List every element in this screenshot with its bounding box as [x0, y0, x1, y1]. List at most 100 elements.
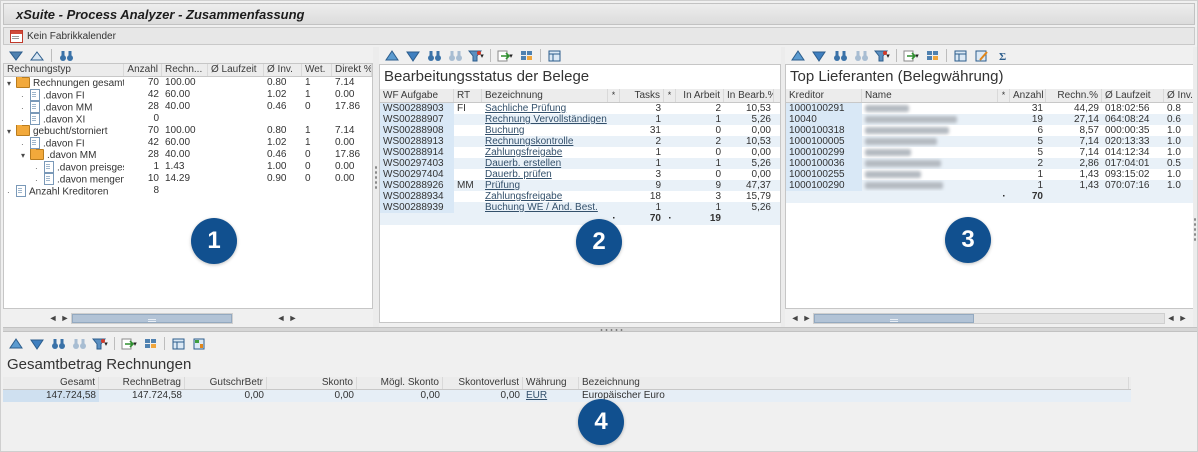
col-bezeichnung[interactable]: Bezeichnung [482, 89, 608, 102]
splitter-vertical-right[interactable] [1193, 47, 1197, 327]
table-row[interactable]: WS00288939 Buchung WE / Änd. Best. 1 1 5,26 [380, 202, 780, 213]
col-kreditor[interactable]: Kreditor [786, 89, 862, 102]
tree-row[interactable]: · Anzahl Kreditoren 8 [4, 185, 372, 197]
table-row[interactable]: 1000100318 6 8,57 000:00:35 1.0 [786, 125, 1196, 136]
col-inv[interactable]: Ø Inv. [264, 64, 302, 76]
find-icon[interactable] [831, 48, 849, 63]
scroll-left-icon[interactable]: ◄ [1165, 313, 1177, 324]
export-icon[interactable]: ▾ [902, 48, 920, 63]
col-gesamt[interactable]: Gesamt [3, 377, 99, 389]
tree-expander-icon[interactable]: ▾ [7, 78, 16, 89]
task-description-link[interactable]: Dauerb. prüfen [485, 169, 552, 180]
find-next-icon[interactable] [70, 336, 88, 351]
col-in-arbeit[interactable]: In Arbeit [676, 89, 724, 102]
col-moegl-skonto[interactable]: Mögl. Skonto [357, 377, 443, 389]
tree-row[interactable]: ▾ .davon MM 28 40.00 0.46 0 17.86 [4, 149, 372, 161]
export-icon[interactable]: ▾ [120, 336, 138, 351]
tree-node[interactable]: · Anzahl Kreditoren [4, 185, 124, 197]
scroll-right-icon[interactable]: ► [287, 313, 299, 324]
tree-expander-icon[interactable]: · [7, 187, 16, 197]
sort-ascending-icon[interactable] [7, 336, 25, 351]
dropdown-caret-icon[interactable]: ▾ [133, 340, 137, 348]
scrollbar-track[interactable] [813, 313, 1165, 324]
col-rechn-pct[interactable]: Rechn.% [1046, 89, 1102, 102]
table-row[interactable]: WS00288934 Zahlungsfreigabe 18 3 15,79 [380, 191, 780, 202]
task-description-link[interactable]: Dauerb. erstellen [485, 158, 561, 169]
col-tasks[interactable]: Tasks [620, 89, 664, 102]
amounts-row[interactable]: 147.724,58 147.724,58 0,00 0,00 0,00 0,00 EUR E… [3, 390, 1131, 402]
col-star[interactable]: * [998, 89, 1010, 102]
scroll-left-icon[interactable]: ◄ [275, 313, 287, 324]
splitter-grip[interactable] [1193, 217, 1197, 241]
col-in-bearb-pct[interactable]: In Bearb.% [724, 89, 774, 102]
col-inv[interactable]: Ø Inv. [1164, 89, 1194, 102]
table-row[interactable]: 10040 19 27,14 064:08:24 0.6 [786, 114, 1196, 125]
find-icon[interactable] [425, 48, 443, 63]
collapse-all-icon[interactable] [7, 48, 25, 63]
table-row[interactable]: WS00288914 Zahlungsfreigabe 1 0 0,00 [380, 147, 780, 158]
tree-expander-icon[interactable]: ▾ [21, 150, 30, 161]
col-wet[interactable]: Wet. [302, 64, 332, 76]
views-grid-icon[interactable] [923, 48, 941, 63]
detail-view-icon[interactable] [170, 336, 188, 351]
find-icon[interactable] [57, 48, 75, 63]
dropdown-caret-icon[interactable]: ▾ [509, 52, 513, 60]
col-bezeichnung[interactable]: Bezeichnung [579, 377, 1129, 389]
export-icon[interactable]: ▾ [496, 48, 514, 63]
table-row[interactable]: 1000100290 1 1,43 070:07:16 1.0 [786, 180, 1196, 191]
col-rechnbetrag[interactable]: RechnBetrag [99, 377, 185, 389]
find-icon[interactable] [49, 336, 67, 351]
tree-row[interactable]: · .davon FI 42 60.00 1.02 1 0.00 [4, 89, 372, 101]
currency-link[interactable]: EUR [526, 390, 547, 401]
dropdown-caret-icon[interactable]: ▾ [915, 52, 919, 60]
scroll-right-icon[interactable]: ► [801, 313, 813, 324]
table-row[interactable]: WS00288908 Buchung 31 0 0,00 [380, 125, 780, 136]
filter-icon[interactable]: ▾ [467, 48, 485, 63]
col-skonto[interactable]: Skonto [267, 377, 357, 389]
col-wf-aufgabe[interactable]: WF Aufgabe [380, 89, 454, 102]
views-grid-icon[interactable] [141, 336, 159, 351]
scrollbar-track[interactable] [71, 313, 233, 324]
splitter-horizontal[interactable] [3, 327, 1197, 332]
scrollbar-thumb[interactable] [72, 314, 232, 323]
sort-descending-icon[interactable] [810, 48, 828, 63]
dropdown-caret-icon[interactable]: ▾ [886, 52, 890, 60]
col-rechn[interactable]: Rechn... [162, 64, 208, 76]
tree-row[interactable]: · .davon XI 0 [4, 113, 372, 125]
tree-expander-icon[interactable]: · [21, 115, 30, 125]
table-row[interactable]: 1000100036 2 2,86 017:04:01 0.5 [786, 158, 1196, 169]
table-row[interactable]: WS00288903 FI Sachliche Prüfung 3 2 10,53 [380, 103, 780, 114]
tree-row[interactable]: · .davon mengengesperrt 10 14.29 0.90 0 0.00 [4, 173, 372, 185]
tree-expander-icon[interactable]: ▾ [7, 126, 16, 137]
find-next-icon[interactable] [446, 48, 464, 63]
col-skontoverlust[interactable]: Skontoverlust [443, 377, 523, 389]
tree-node[interactable]: ▾ .davon MM [4, 149, 124, 161]
scroll-right-icon[interactable]: ► [59, 313, 71, 324]
scroll-right-icon[interactable]: ► [1177, 313, 1189, 324]
task-description-link[interactable]: Zahlungsfreigabe [485, 191, 562, 202]
col-star[interactable]: * [664, 89, 676, 102]
find-next-icon[interactable] [852, 48, 870, 63]
task-description-link[interactable]: Zahlungsfreigabe [485, 147, 562, 158]
splitter-grip[interactable] [599, 328, 625, 332]
table-row[interactable]: WS00297403 Dauerb. erstellen 1 1 5,26 [380, 158, 780, 169]
col-star[interactable]: * [608, 89, 620, 102]
sort-ascending-icon[interactable] [789, 48, 807, 63]
task-description-link[interactable]: Rechnung Vervollständigen [485, 114, 607, 125]
table-row[interactable]: WS00288913 Rechnungskontrolle 2 2 10,53 [380, 136, 780, 147]
tree-row[interactable]: · .davon preisgesperrt 1 1.43 1.00 0 0.00 [4, 161, 372, 173]
table-row[interactable]: WS00288926 MM Prüfung 9 9 47,37 [380, 180, 780, 191]
change-layout-icon[interactable] [191, 336, 209, 351]
col-rt[interactable]: RT [454, 89, 482, 102]
tree-expander-icon[interactable]: · [21, 139, 30, 149]
col-anzahl[interactable]: Anzahl [124, 64, 162, 76]
task-description-link[interactable]: Sachliche Prüfung [485, 103, 566, 114]
col-laufzeit[interactable]: Ø Laufzeit [208, 64, 264, 76]
col-rechnungstyp[interactable]: Rechnungstyp [4, 64, 124, 76]
table-row[interactable]: 1000100299 5 7,14 014:12:34 1.0 [786, 147, 1196, 158]
task-description-link[interactable]: Prüfung [485, 180, 520, 191]
sort-descending-icon[interactable] [404, 48, 422, 63]
change-layout-icon[interactable] [973, 48, 991, 63]
tree-node[interactable]: · .davon MM [4, 101, 124, 113]
tree-node[interactable]: ▾ gebucht/storniert [4, 125, 124, 137]
